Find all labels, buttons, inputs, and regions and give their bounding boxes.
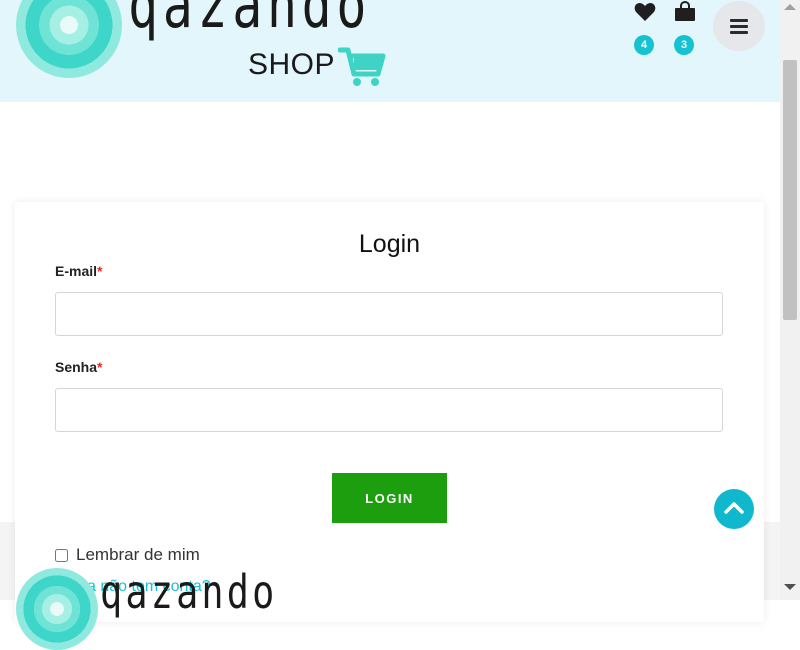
scrollbar-thumb[interactable] — [783, 60, 797, 320]
footer-brand-name[interactable]: qazando — [100, 566, 278, 618]
wishlist-count-badge: 4 — [634, 35, 654, 55]
required-mark: * — [97, 359, 103, 375]
shopping-cart-icon — [338, 47, 386, 86]
login-title: Login — [358, 230, 421, 258]
password-field[interactable] — [55, 388, 723, 432]
site-header: qazando SHOP 4 3 — [0, 0, 780, 102]
back-to-top-button[interactable] — [714, 489, 754, 529]
chevron-up-icon — [724, 502, 744, 514]
email-label-text: E-mail — [55, 263, 98, 279]
remember-me-label: Lembrar de mim — [76, 545, 200, 564]
menu-button[interactable] — [713, 1, 765, 51]
login-button[interactable]: LOGIN — [332, 473, 447, 523]
email-field[interactable] — [55, 292, 723, 336]
scroll-down-arrow[interactable] — [784, 584, 796, 590]
heart-icon[interactable] — [633, 0, 657, 24]
remember-me-checkbox[interactable] — [55, 548, 68, 562]
scroll-up-arrow[interactable] — [784, 4, 796, 10]
brand-name[interactable]: qazando — [128, 0, 371, 42]
shopping-bag-icon[interactable] — [673, 0, 697, 24]
brand-subtitle: SHOP — [248, 48, 336, 81]
remember-me[interactable]: Lembrar de mim — [55, 545, 200, 565]
password-label-text: Senha — [55, 359, 98, 375]
required-mark: * — [97, 263, 103, 279]
page-scrollbar[interactable] — [780, 0, 800, 600]
logo-emblem[interactable] — [16, 0, 122, 78]
hamburger-menu-icon — [730, 19, 748, 34]
password-label: Senha* — [55, 359, 102, 375]
login-card: Login E-mail* Senha* LOGIN Lembrar de mi… — [15, 202, 764, 622]
footer-logo-emblem[interactable] — [16, 568, 98, 650]
cart-count-badge: 3 — [674, 35, 694, 55]
email-label: E-mail* — [55, 263, 102, 279]
